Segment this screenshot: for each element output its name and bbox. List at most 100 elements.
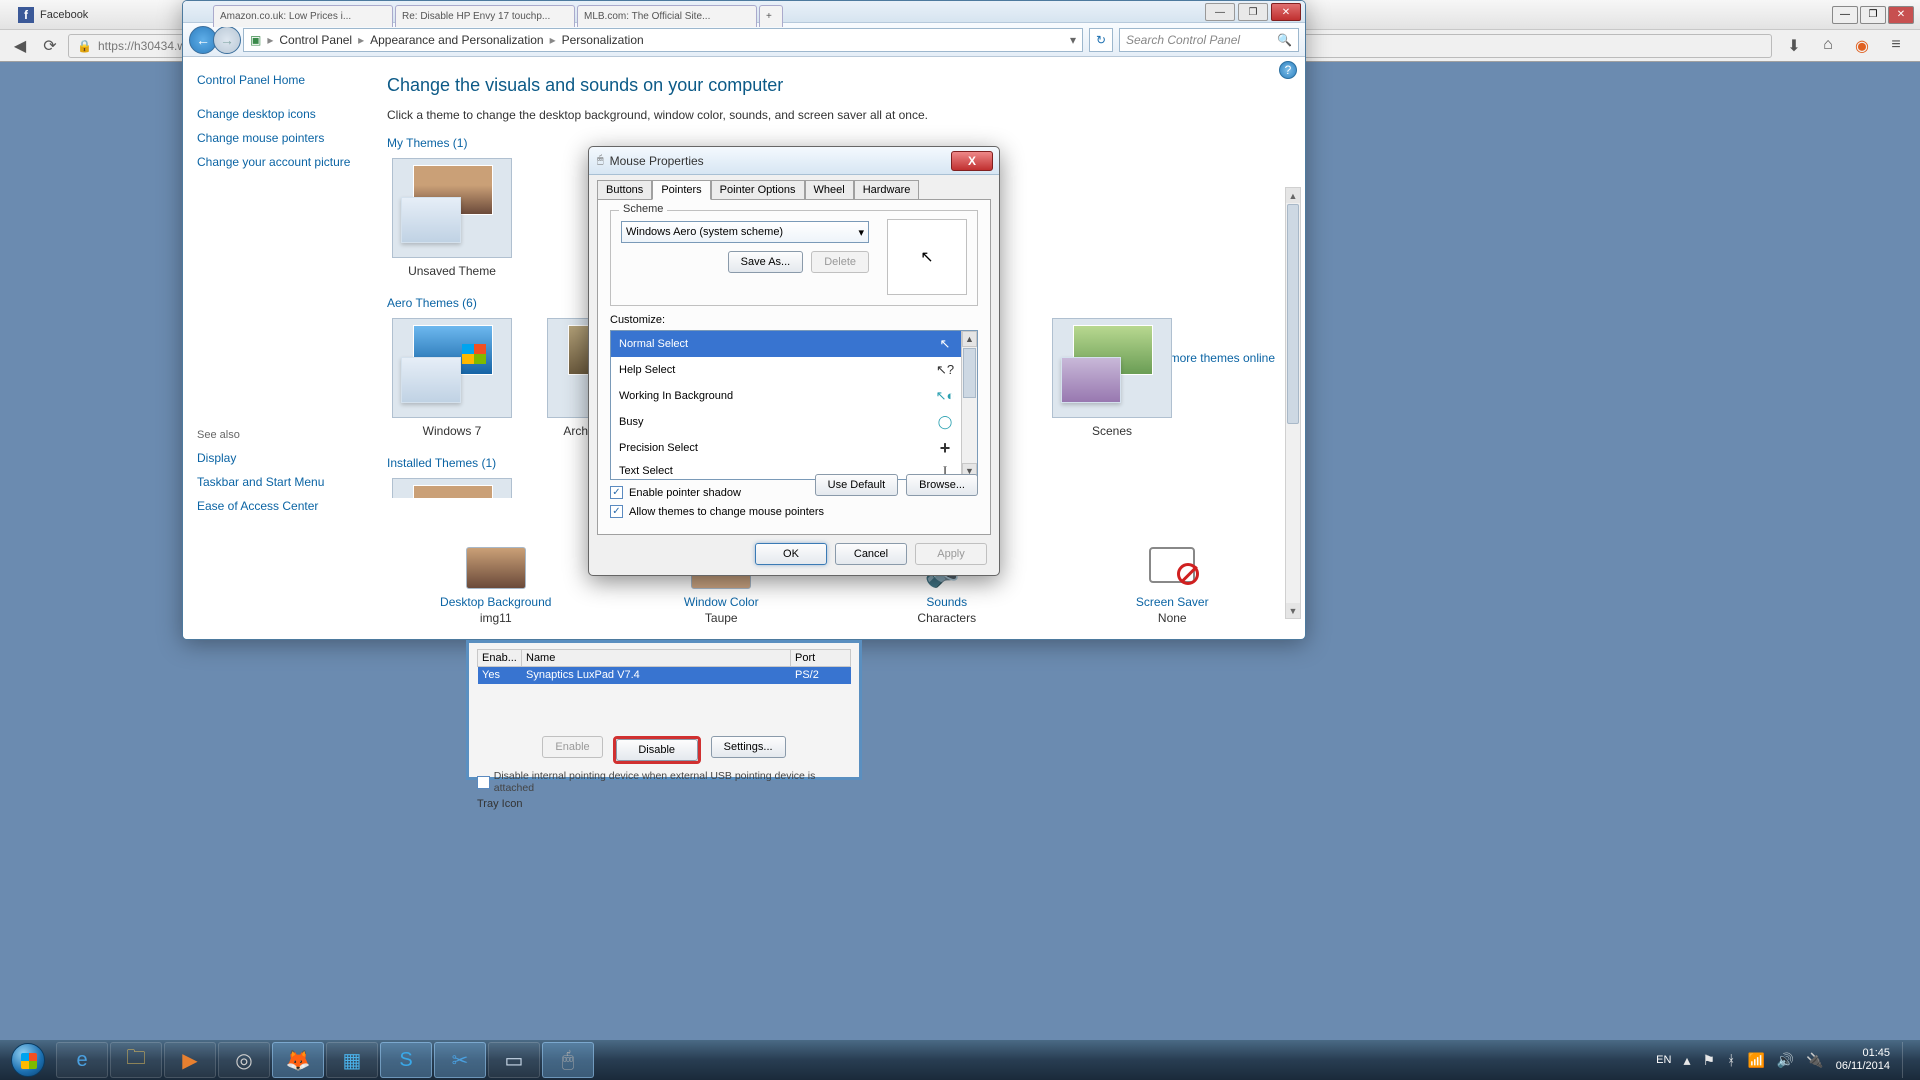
reload-button[interactable]: ⟳ bbox=[38, 34, 62, 58]
show-desktop-button[interactable] bbox=[1902, 1042, 1910, 1078]
col-port[interactable]: Port bbox=[791, 650, 851, 667]
scroll-up-icon[interactable]: ▲ bbox=[1286, 188, 1300, 203]
scroll-up-icon[interactable]: ▲ bbox=[962, 331, 977, 347]
explorer-tab[interactable]: MLB.com: The Official Site... bbox=[577, 5, 757, 27]
explorer-tab[interactable]: Re: Disable HP Envy 17 touchp... bbox=[395, 5, 575, 27]
mouse-dlg-titlebar[interactable]: 🖱 Mouse Properties X bbox=[589, 147, 999, 175]
firefox-tab[interactable]: f Facebook bbox=[6, 3, 100, 27]
desktop-background-item[interactable]: Desktop Background img11 bbox=[426, 547, 566, 625]
tab-pointers[interactable]: Pointers bbox=[652, 180, 710, 200]
breadcrumb[interactable]: ▣ ▸ Control Panel ▸ Appearance and Perso… bbox=[243, 28, 1083, 52]
disable-button[interactable]: Disable bbox=[616, 739, 698, 761]
taskbar-firefox[interactable]: 🦊 bbox=[272, 1042, 324, 1078]
addon-icon[interactable]: ◉ bbox=[1852, 36, 1872, 56]
breadcrumb-item[interactable]: Appearance and Personalization bbox=[370, 33, 543, 47]
menu-icon[interactable]: ≡ bbox=[1886, 36, 1906, 56]
device-row[interactable]: Yes Synaptics LuxPad V7.4 PS/2 bbox=[478, 667, 851, 684]
clock[interactable]: 01:45 06/11/2014 bbox=[1836, 1047, 1890, 1073]
taskbar-skype[interactable]: S bbox=[380, 1042, 432, 1078]
col-name[interactable]: Name bbox=[522, 650, 791, 667]
system-tray[interactable]: EN ▴ ⚑ ᚼ 📶 🔊 🔌 01:45 06/11/2014 bbox=[1656, 1042, 1916, 1078]
tab-buttons[interactable]: Buttons bbox=[597, 180, 652, 200]
theme-item[interactable] bbox=[387, 478, 517, 498]
language-indicator[interactable]: EN bbox=[1656, 1054, 1671, 1066]
refresh-button[interactable]: ↻ bbox=[1089, 28, 1113, 52]
firefox-minimize-button[interactable]: — bbox=[1832, 6, 1858, 24]
main-scrollbar[interactable]: ▲ ▼ bbox=[1285, 187, 1301, 619]
flag-icon[interactable]: ⚑ bbox=[1702, 1052, 1715, 1069]
sidebar-link[interactable]: Ease of Access Center bbox=[197, 499, 353, 513]
battery-icon[interactable]: 🔌 bbox=[1806, 1052, 1823, 1069]
cp-home-link[interactable]: Control Panel Home bbox=[197, 73, 353, 87]
scroll-thumb[interactable] bbox=[963, 348, 976, 398]
tab-pointer-options[interactable]: Pointer Options bbox=[711, 180, 805, 200]
sidebar-link[interactable]: Change desktop icons bbox=[197, 107, 353, 121]
cursor-item-normal[interactable]: Normal Select ↖ bbox=[611, 331, 977, 357]
cursor-item-precision[interactable]: Precision Select + bbox=[611, 435, 977, 461]
cursor-item-working[interactable]: Working In Background ↖◐ bbox=[611, 383, 977, 409]
scroll-thumb[interactable] bbox=[1287, 204, 1299, 424]
sidebar-link[interactable]: Change mouse pointers bbox=[197, 131, 353, 145]
firefox-maximize-button[interactable]: ❐ bbox=[1860, 6, 1886, 24]
cp-search-box[interactable]: Search Control Panel 🔍 bbox=[1119, 28, 1299, 52]
cp-maximize-button[interactable]: ❐ bbox=[1238, 3, 1268, 21]
breadcrumb-item[interactable]: Control Panel bbox=[279, 33, 352, 47]
tab-hardware[interactable]: Hardware bbox=[854, 180, 920, 200]
tray-up-icon[interactable]: ▴ bbox=[1683, 1052, 1690, 1069]
cp-close-button[interactable]: ✕ bbox=[1271, 3, 1301, 21]
screensaver-item[interactable]: Screen Saver None bbox=[1102, 547, 1242, 625]
cursor-item-busy[interactable]: Busy ◯ bbox=[611, 409, 977, 435]
checkbox-label: Allow themes to change mouse pointers bbox=[629, 506, 824, 518]
disable-internal-checkbox-row[interactable]: ✓ Disable internal pointing device when … bbox=[477, 770, 851, 794]
cp-titlebar[interactable]: Amazon.co.uk: Low Prices i... Re: Disabl… bbox=[183, 1, 1305, 23]
mouse-close-button[interactable]: X bbox=[951, 151, 993, 171]
home-icon[interactable]: ⌂ bbox=[1818, 36, 1838, 56]
network-icon[interactable]: 📶 bbox=[1747, 1052, 1764, 1069]
downloads-icon[interactable]: ⬇ bbox=[1784, 36, 1804, 56]
taskbar-app[interactable]: ▦ bbox=[326, 1042, 378, 1078]
start-button[interactable] bbox=[4, 1041, 52, 1079]
taskbar-mouse[interactable]: 🖱 bbox=[542, 1042, 594, 1078]
explorer-tab[interactable]: Amazon.co.uk: Low Prices i... bbox=[213, 5, 393, 27]
allow-themes-row[interactable]: ✓ Allow themes to change mouse pointers bbox=[610, 505, 978, 518]
list-scrollbar[interactable]: ▲ ▼ bbox=[961, 331, 977, 479]
enable-button[interactable]: Enable bbox=[542, 736, 602, 758]
breadcrumb-item[interactable]: Personalization bbox=[562, 33, 644, 47]
cursor-glyph: ↖◐ bbox=[937, 388, 953, 404]
taskbar-snipping[interactable]: ✂ bbox=[434, 1042, 486, 1078]
taskbar-ie[interactable]: e bbox=[56, 1042, 108, 1078]
sidebar-link[interactable]: Change your account picture bbox=[197, 155, 353, 169]
taskbar-app[interactable]: ◎ bbox=[218, 1042, 270, 1078]
theme-item[interactable]: Windows 7 bbox=[387, 318, 517, 438]
volume-icon[interactable]: 🔊 bbox=[1777, 1052, 1794, 1069]
breadcrumb-dropdown[interactable]: ▾ bbox=[1070, 33, 1076, 47]
cp-forward-button[interactable]: → bbox=[213, 26, 241, 54]
browse-button[interactable]: Browse... bbox=[906, 474, 978, 496]
firefox-close-button[interactable]: ✕ bbox=[1888, 6, 1914, 24]
bluetooth-icon[interactable]: ᚼ bbox=[1727, 1052, 1735, 1068]
taskbar-notepad[interactable]: ▭ bbox=[488, 1042, 540, 1078]
back-button[interactable]: ◀ bbox=[8, 34, 32, 58]
scroll-down-icon[interactable]: ▼ bbox=[1286, 603, 1300, 618]
theme-item[interactable]: Unsaved Theme bbox=[387, 158, 517, 278]
ok-button[interactable]: OK bbox=[755, 543, 827, 565]
disable-highlight: Disable bbox=[613, 736, 701, 764]
taskbar-explorer[interactable]: 🗀 bbox=[110, 1042, 162, 1078]
cursor-list[interactable]: Normal Select ↖ Help Select ↖? Working I… bbox=[610, 330, 978, 480]
sidebar-link[interactable]: Taskbar and Start Menu bbox=[197, 475, 353, 489]
tab-wheel[interactable]: Wheel bbox=[805, 180, 854, 200]
taskbar-wmp[interactable]: ▶ bbox=[164, 1042, 216, 1078]
lock-icon: 🔒 bbox=[77, 39, 92, 53]
cp-minimize-button[interactable]: — bbox=[1205, 3, 1235, 21]
col-enab[interactable]: Enab... bbox=[478, 650, 522, 667]
scheme-select[interactable]: Windows Aero (system scheme) ▾ bbox=[621, 221, 869, 243]
theme-item[interactable]: Scenes bbox=[1047, 318, 1177, 438]
settings-button[interactable]: Settings... bbox=[711, 736, 786, 758]
use-default-button[interactable]: Use Default bbox=[815, 474, 898, 496]
taskbar[interactable]: e 🗀 ▶ ◎ 🦊 ▦ S ✂ ▭ 🖱 EN ▴ ⚑ ᚼ 📶 🔊 🔌 01:45… bbox=[0, 1040, 1920, 1080]
cancel-button[interactable]: Cancel bbox=[835, 543, 907, 565]
cursor-item-help[interactable]: Help Select ↖? bbox=[611, 357, 977, 383]
sidebar-link[interactable]: Display bbox=[197, 451, 353, 465]
save-as-button[interactable]: Save As... bbox=[728, 251, 804, 273]
explorer-tab-plus[interactable]: + bbox=[759, 5, 783, 27]
